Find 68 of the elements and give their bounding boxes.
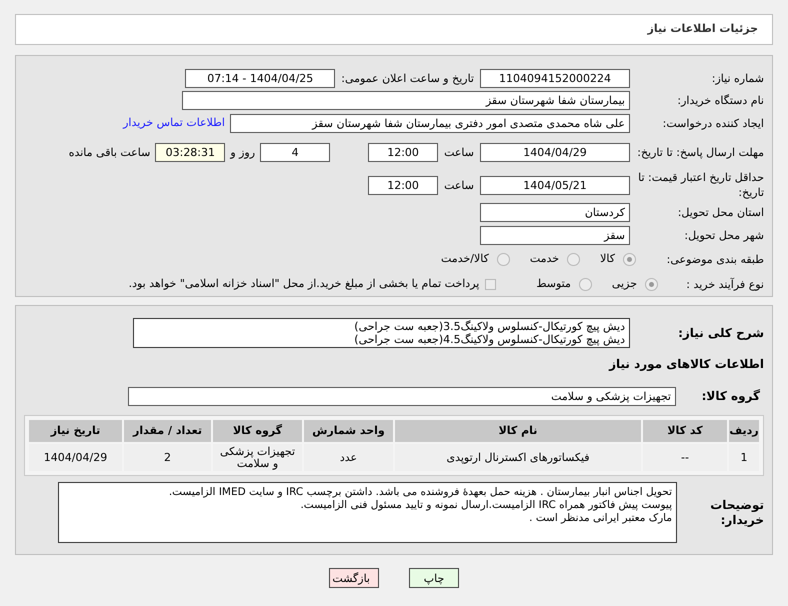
time-field: 12:00	[368, 142, 438, 162]
field-label: نام دستگاه خریدار:	[676, 93, 764, 108]
column-header: تاریخ نیاز	[29, 420, 122, 442]
table-cell: عدد	[304, 444, 393, 471]
goods-group-field: تجهیزات پزشکی و سلامت	[128, 386, 676, 406]
column-header: گروه کالا	[213, 420, 302, 442]
radio-button[interactable]	[496, 253, 510, 266]
field-label: ساعت	[444, 144, 474, 160]
field-label: شهر محل تحویل:	[683, 228, 764, 243]
buyer-notes-box[interactable]	[58, 482, 677, 543]
remaining-time-field: 03:28:31	[155, 142, 226, 162]
description-line: دیش پیچ کورتیکال-کنسلوس ولاکینگ3.5(جعبه ست جراحی)	[354, 320, 625, 333]
province-field: کردستان	[480, 203, 630, 222]
field-label: تاریخ و ساعت اعلان عمومی:	[341, 70, 474, 86]
field-label: نوع فرآیند خرید :	[685, 277, 764, 292]
back-button[interactable]: بازگشت	[329, 568, 379, 588]
date-field: 1404/05/21	[480, 176, 630, 194]
column-header: ردیف	[729, 420, 759, 442]
field-label: گروه کالا:	[700, 388, 761, 404]
field-label: ساعت	[444, 178, 474, 192]
table-cell: تجهیزات پزشکی و سلامت	[213, 444, 302, 471]
radio-button[interactable]	[645, 278, 658, 291]
notes-line: پیوست پیش فاکتور همراه IRC الزامیست.ارسال نمونه و تایید مسئول فنی الزامیست.	[300, 499, 672, 512]
radio-label: کالا	[600, 251, 615, 268]
date-field: 1404/04/29	[480, 142, 630, 162]
requester-field: علی شاه محمدی متصدی امور دفتری بیمارستان شفا شهرستان سقز	[230, 114, 630, 133]
field-label: شرح کلی نیاز:	[677, 326, 764, 340]
table-cell: فیکساتورهای اکسترنال ارتوپدی	[395, 444, 641, 471]
need-number-field: 1104094152000224	[480, 68, 630, 88]
table-cell: 1404/04/29	[29, 444, 122, 471]
print-button[interactable]: چاپ	[409, 568, 459, 588]
field-label: توضیحات خریدار:	[709, 498, 764, 528]
radio-label: جزیی	[612, 276, 637, 292]
table-cell: --	[643, 444, 727, 471]
field-label: روز و	[230, 144, 256, 160]
field-label: طبقه بندی موضوعی:	[666, 252, 764, 267]
radio-label: خدمت	[530, 251, 560, 268]
column-header: تعداد / مقدار	[124, 420, 211, 442]
column-header: نام کالا	[395, 420, 641, 442]
section-heading: اطلاعات کالاهای مورد نیاز	[609, 356, 764, 373]
city-field: سقز	[480, 226, 630, 245]
description-line: دیش پیچ کورتیکال-کنسلوس ولاکینگ4.5(جعبه ست جراحی)	[354, 333, 625, 346]
radio-button[interactable]	[623, 253, 636, 266]
buyer-org-field: بیمارستان شفا شهرستان سقز	[182, 91, 630, 110]
radio-label: متوسط	[536, 276, 571, 292]
days-field: 4	[260, 142, 330, 162]
field-label: شماره نیاز:	[710, 70, 764, 86]
field-label: حداقل تاریخ اعتبار قیمت: تا تاریخ:	[637, 170, 764, 200]
buyer-contact-link[interactable]: اطلاعات تماس خریدار	[123, 115, 225, 132]
checkbox[interactable]	[485, 279, 496, 290]
payment-note: پرداخت تمام یا بخشی از مبلغ خرید.از محل "اسناد خزانه اسلامی" خواهد بود.	[128, 276, 480, 292]
field-label: استان محل تحویل:	[676, 205, 764, 220]
notes-line: مارک معتبر ایرانی مدنظر است .	[529, 512, 672, 525]
notes-line: تحویل اجناس انبار بیمارستان . هزینه حمل بعهدهٔ فروشنده می باشد. داشتن برچسب IRC و سایت IMED الزامیست.	[168, 486, 672, 499]
field-label: ساعت باقی مانده	[68, 144, 150, 160]
radio-label: کالا/خدمت	[441, 251, 489, 268]
column-header: واحد شمارش	[304, 420, 393, 442]
column-header: کد کالا	[643, 420, 727, 442]
description-box[interactable]: دیش پیچ کورتیکال-کنسلوس ولاکینگ3.5(جعبه ست جراحی) دیش پیچ کورتیکال-کنسلوس ولاکینگ4.5(جعبه ست جراحی)	[133, 318, 630, 348]
radio-button[interactable]	[567, 253, 580, 266]
table-cell: 2	[124, 444, 211, 471]
announce-date-field: 1404/04/25 - 07:14	[185, 68, 336, 88]
field-label: مهلت ارسال پاسخ: تا تاریخ:	[636, 144, 764, 160]
page-title: جزئیات اطلاعات نیاز	[648, 21, 758, 38]
field-label: ایجاد کننده درخواست:	[662, 116, 764, 131]
table-cell: 1	[729, 444, 759, 471]
radio-button[interactable]	[578, 278, 592, 291]
time-field: 12:00	[368, 176, 438, 194]
